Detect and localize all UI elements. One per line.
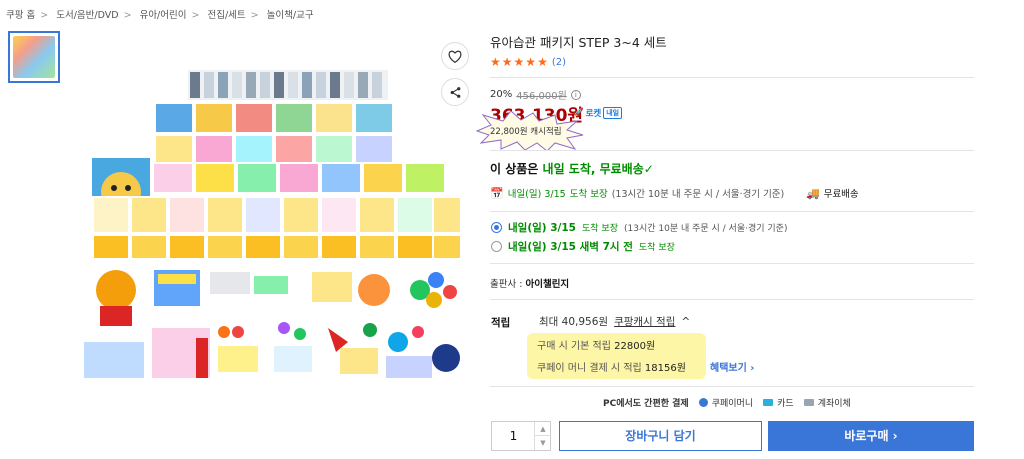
points-line-coupay: 쿠페이 머니 결제 시 적립 18156원 (537, 359, 686, 374)
option-guarantee: 도착 보장 (638, 243, 675, 253)
breadcrumb-home[interactable]: 쿠팡 홈 (6, 10, 35, 21)
free-shipping-label: 무료배송 (823, 189, 859, 200)
points-max: 최대 40,956원 (539, 316, 609, 328)
original-price: 456,000원 (516, 91, 567, 102)
breadcrumb-books[interactable]: 도서/음반/DVD (56, 10, 118, 21)
delivery-note: (13시간 10분 내 주문 시 / 서울·경기 기준) (611, 189, 785, 200)
delivery-guarantee: 도착 보장 (569, 189, 608, 200)
star-icon: ★ (490, 55, 501, 69)
calendar-icon: 📅 (490, 186, 504, 200)
rocket-day-badge: 내일 (603, 107, 623, 119)
chevron-up-icon[interactable]: ^ (681, 316, 690, 328)
review-count[interactable]: (2) (552, 57, 566, 68)
publisher: 출판사 : 아이챌린지 (490, 276, 569, 290)
discount-row: 20% 456,000원 i (490, 87, 581, 102)
buy-now-button[interactable]: 바로구매 › (768, 421, 974, 451)
points-coupay-value: 18156원 (644, 363, 686, 374)
divider (490, 263, 974, 264)
product-main-image (84, 70, 462, 378)
check-icon: ✓ (643, 162, 654, 176)
delivery-option-1[interactable]: 내일(일) 3/15 도착 보장 (13시간 10분 내 주문 시 / 서울·경… (491, 220, 787, 235)
payment-card: 카드 (777, 399, 794, 409)
breadcrumb: 쿠팡 홈 > 도서/음반/DVD > 유아/어린이 > 전집/세트 > 놀이책/교구 (6, 7, 314, 21)
option-day: 내일(일) 3/15 새벽 7시 전 (508, 241, 633, 253)
payment-coupay: 쿠페이머니 (711, 399, 754, 409)
divider (490, 211, 974, 212)
star-icon: ★ (513, 55, 525, 69)
breadcrumb-kids[interactable]: 유아/어린이 (140, 10, 187, 21)
card-icon (763, 399, 774, 406)
breadcrumb-sep: > (123, 10, 132, 21)
delivery-day: 내일(일) 3/15 (507, 189, 566, 200)
breadcrumb-sep: > (250, 10, 259, 21)
arrival-prefix: 이 상품은 (490, 162, 543, 176)
bank-transfer-icon (803, 399, 814, 406)
truck-icon: 🚚 (806, 186, 820, 200)
payment-methods: PC에서도 간편한 결제 쿠페이머니 카드 계좌이체 (603, 396, 851, 409)
payment-transfer: 계좌이체 (817, 399, 851, 409)
points-coupay-label: 쿠페이 머니 결제 시 적립 (537, 363, 642, 374)
wishlist-button[interactable] (441, 42, 469, 70)
publisher-name[interactable]: 아이챌린지 (525, 279, 569, 290)
option-guarantee: 도착 보장 (582, 224, 618, 234)
arrival-highlight: 내일 도착, 무료배송 (542, 162, 644, 176)
divider (490, 386, 974, 387)
rating[interactable]: ★ ★ ★ ★ ★ (2) (490, 55, 566, 69)
product-title: 유아습관 패키지 STEP 3~4 세트 (490, 35, 667, 50)
breadcrumb-sets[interactable]: 전집/세트 (207, 10, 245, 21)
quantity-arrows: ▲ ▼ (534, 422, 551, 450)
points-basic-label: 구매 시 기본 적립 (537, 341, 611, 352)
chevron-up-icon[interactable]: ▲ (535, 422, 551, 436)
delivery-info: 📅 내일(일) 3/15 도착 보장 (13시간 10분 내 주문 시 / 서울… (490, 186, 785, 201)
add-to-cart-button[interactable]: 장바구니 담기 (559, 421, 762, 451)
option-day: 내일(일) 3/15 (508, 222, 576, 234)
coupang-cash-link[interactable]: 쿠팡캐시 적립 (614, 314, 675, 329)
points-line-basic: 구매 시 기본 적립 22800원 (537, 337, 655, 352)
chevron-down-icon[interactable]: ▼ (535, 436, 551, 450)
coupay-icon (698, 398, 708, 407)
points-label: 적립 (491, 317, 511, 329)
divider (490, 150, 974, 151)
free-shipping: 🚚 무료배송 (806, 186, 859, 201)
breadcrumb-sep: > (40, 10, 49, 21)
info-icon[interactable]: i (570, 89, 581, 100)
cashback-text: 22,800원 캐시적립 (490, 127, 562, 137)
quantity-stepper[interactable]: 1 ▲ ▼ (491, 421, 551, 451)
breadcrumb-sep: > (191, 10, 200, 21)
divider (490, 77, 974, 78)
rocket-label: 로켓 (585, 109, 602, 119)
delivery-option-2[interactable]: 내일(일) 3/15 새벽 7시 전 도착 보장 (491, 239, 675, 254)
star-icon: ★ (537, 55, 548, 69)
discount-rate: 20% (490, 89, 513, 100)
points-summary[interactable]: 최대 40,956원 쿠팡캐시 적립 ^ (539, 314, 690, 329)
radio-checked[interactable] (491, 222, 502, 233)
breadcrumb-toys[interactable]: 놀이책/교구 (267, 10, 314, 21)
payment-prefix: PC에서도 간편한 결제 (603, 399, 689, 409)
quantity-value[interactable]: 1 (492, 422, 535, 450)
share-icon (450, 86, 460, 98)
share-button[interactable] (441, 78, 469, 106)
benefit-link[interactable]: 혜택보기 › (710, 359, 754, 374)
product-thumbnail[interactable] (8, 31, 60, 83)
arrival-summary: 이 상품은 내일 도착, 무료배송✓ (490, 160, 654, 177)
star-icon: ★ (525, 55, 537, 69)
radio-unchecked[interactable] (491, 241, 502, 252)
publisher-label: 출판사 : (490, 279, 526, 290)
divider (490, 299, 974, 300)
heart-icon (448, 50, 462, 63)
points-basic-value: 22800원 (614, 341, 656, 352)
star-icon: ★ (501, 55, 513, 69)
option-note: (13시간 10분 내 주문 시 / 서울·경기 기준) (623, 224, 788, 234)
thumbnail-image (13, 36, 55, 78)
